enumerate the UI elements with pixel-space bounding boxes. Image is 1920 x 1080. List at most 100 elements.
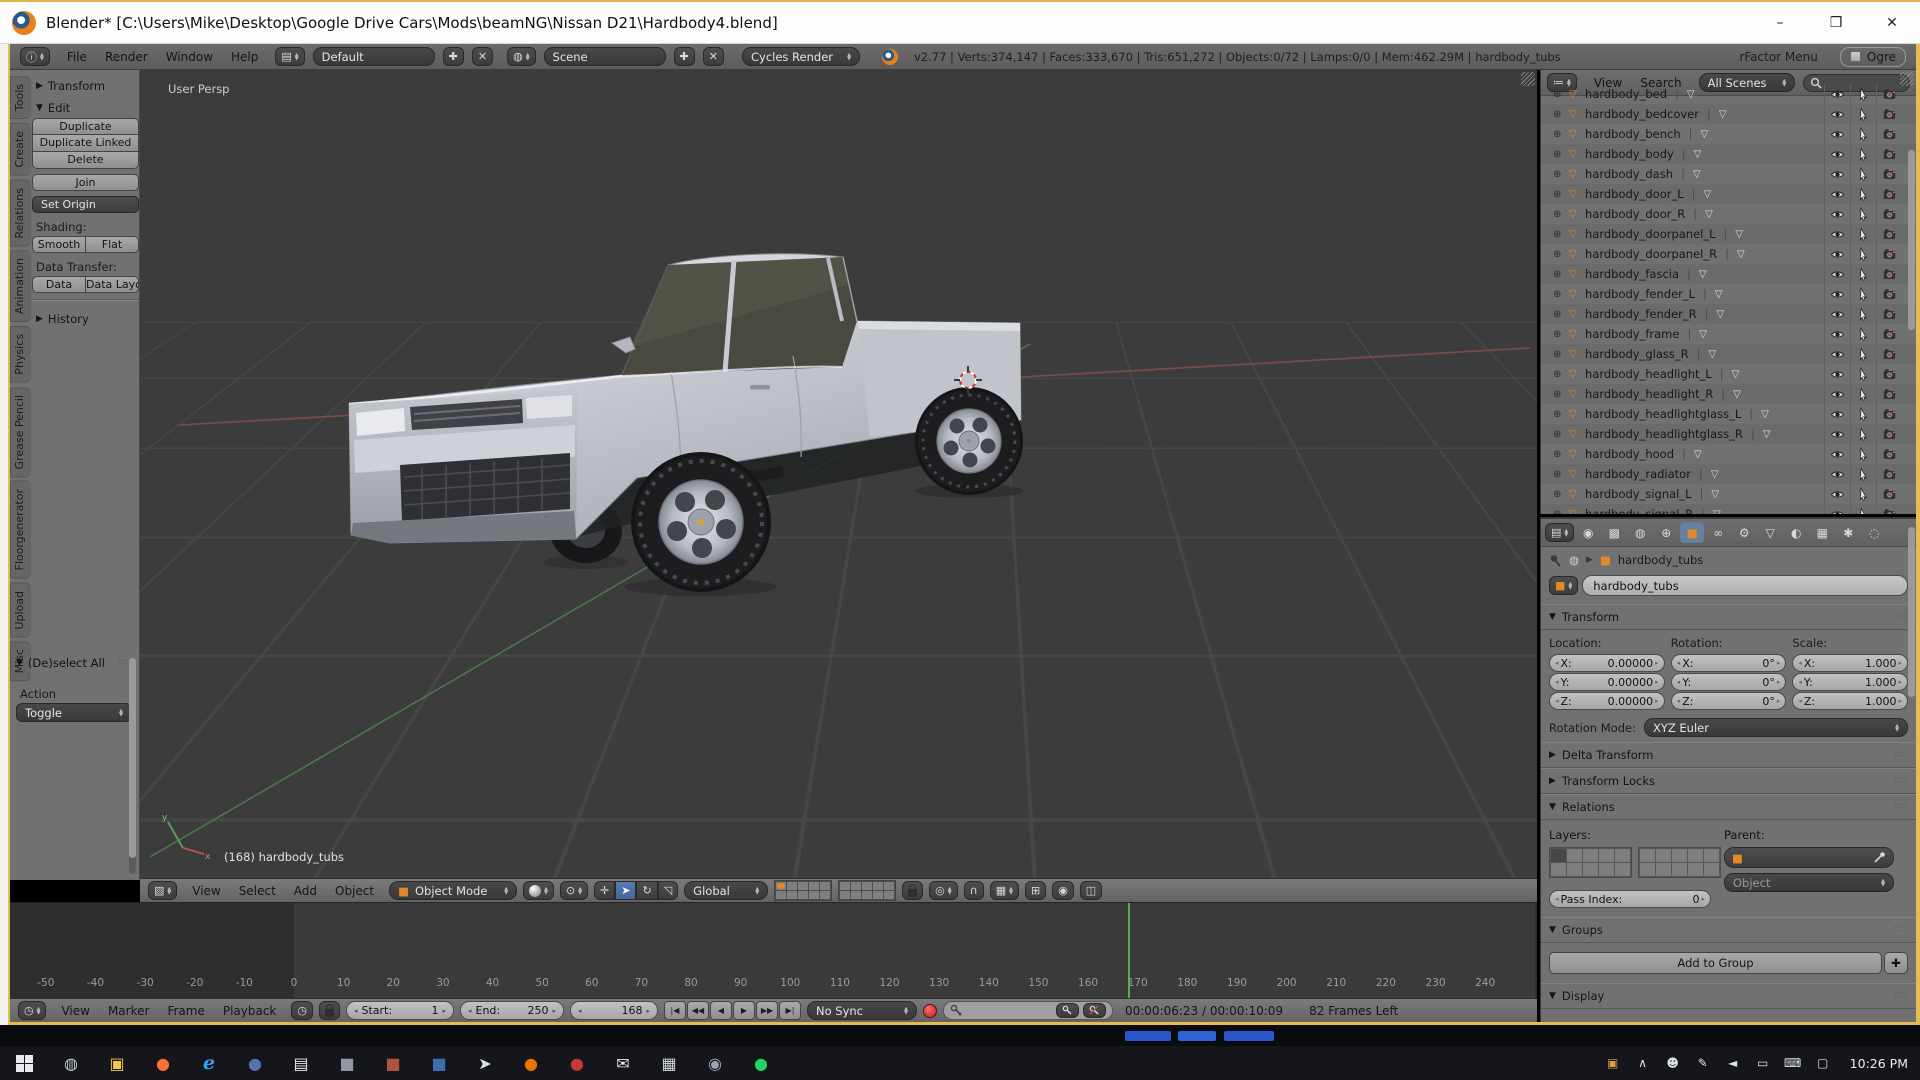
selectability-cursor-icon[interactable]	[1850, 144, 1876, 164]
history-panel-header[interactable]: ▶History	[32, 307, 139, 329]
tray-keyboard-icon[interactable]: ⌨	[1778, 1046, 1808, 1080]
renderability-camera-icon[interactable]	[1876, 284, 1902, 304]
outliner-row[interactable]: ⊕ ▽ hardbody_hood | ▽	[1541, 444, 1916, 464]
renderability-camera-icon[interactable]	[1876, 304, 1902, 324]
new-group-plus-icon[interactable]: ✚	[1884, 952, 1908, 974]
taskbar-file-explorer-icon[interactable]: ▣	[94, 1046, 140, 1080]
visibility-eye-icon[interactable]	[1824, 444, 1850, 464]
layers-grid-2[interactable]	[1638, 847, 1721, 878]
3d-view-menu[interactable]: Select	[230, 884, 285, 898]
object-name[interactable]: hardbody_headlightglass_L	[1585, 407, 1741, 421]
3d-view-menu[interactable]: View	[183, 884, 229, 898]
taskbar-app2-icon[interactable]: ■	[370, 1046, 416, 1080]
insert-keyframe-icon[interactable]	[1056, 1003, 1079, 1018]
expand-icon[interactable]: ⊕	[1553, 169, 1569, 180]
properties-scrollbar[interactable]	[1908, 527, 1915, 697]
visibility-eye-icon[interactable]	[1824, 344, 1850, 364]
scale-manipulator-icon[interactable]: ◹	[658, 881, 678, 900]
info-menu[interactable]: File	[58, 50, 96, 64]
visibility-eye-icon[interactable]	[1824, 224, 1850, 244]
tool-shelf-tab[interactable]: Upload	[10, 583, 31, 638]
visibility-eye-icon[interactable]	[1824, 124, 1850, 144]
lock-to-scene-icon[interactable]	[902, 881, 923, 900]
playback-button[interactable]: |◀	[664, 1001, 686, 1020]
visibility-eye-icon[interactable]	[1824, 84, 1850, 104]
renderability-camera-icon[interactable]	[1876, 204, 1902, 224]
tray-overflow-chevron[interactable]: ∧	[1628, 1046, 1658, 1080]
object-name[interactable]: hardbody_bed	[1585, 87, 1667, 101]
tray-people-icon[interactable]: ☻	[1658, 1046, 1688, 1080]
3d-view-menu[interactable]: Object	[326, 884, 383, 898]
viewport-shading-dropdown[interactable]: ▲▼	[523, 881, 554, 900]
expand-icon[interactable]: ⊕	[1553, 89, 1569, 100]
parent-type-dropdown[interactable]: Object▲▼	[1724, 873, 1894, 892]
location-field[interactable]: ◂Z:0.00000▸	[1549, 692, 1665, 710]
outliner-row[interactable]: ⊕ ▽ hardbody_doorpanel_L | ▽	[1541, 224, 1916, 244]
expand-icon[interactable]: ⊕	[1553, 449, 1569, 460]
expand-icon[interactable]: ⊕	[1553, 369, 1569, 380]
area-resize-grip[interactable]	[1900, 72, 1914, 86]
outliner-row[interactable]: ⊕ ▽ hardbody_dash | ▽	[1541, 164, 1916, 184]
taskbar-cortana-icon[interactable]: ◍	[48, 1046, 94, 1080]
rotate-manipulator-icon[interactable]: ↻	[636, 881, 657, 900]
renderability-camera-icon[interactable]	[1876, 144, 1902, 164]
selectability-cursor-icon[interactable]	[1850, 384, 1876, 404]
renderability-camera-icon[interactable]	[1876, 224, 1902, 244]
visibility-eye-icon[interactable]	[1824, 204, 1850, 224]
opengl-render-icon[interactable]: ◉	[1052, 881, 1074, 900]
properties-editor-type-icon[interactable]: ▤▲▼	[1545, 523, 1574, 542]
tray-volume-icon[interactable]: ◄	[1718, 1046, 1748, 1080]
taskbar-mail-icon[interactable]: ✉	[600, 1046, 646, 1080]
tab-object-data-icon[interactable]: ▽	[1758, 522, 1782, 543]
transform-locks-section-header[interactable]: ▶Transform Locks∷∷	[1541, 768, 1916, 794]
renderability-camera-icon[interactable]	[1876, 324, 1902, 344]
layers-grid-1[interactable]	[1549, 847, 1632, 878]
object-name[interactable]: hardbody_signal_L	[1585, 487, 1692, 501]
proportional-edit-dropdown[interactable]: ◎▲▼	[929, 881, 957, 900]
tab-particles-icon[interactable]: ✱	[1836, 522, 1860, 543]
tab-modifiers-icon[interactable]: ⚙	[1732, 522, 1756, 543]
object-name[interactable]: hardbody_door_R	[1585, 207, 1685, 221]
scene-delete-icon[interactable]: ✕	[703, 47, 724, 66]
expand-icon[interactable]: ⊕	[1553, 509, 1569, 515]
object-name[interactable]: hardbody_radiator	[1585, 467, 1691, 481]
render-engine-dropdown[interactable]: Cycles Render▲▼	[742, 47, 860, 66]
outliner-row[interactable]: ⊕ ▽ hardbody_bedcover | ▽	[1541, 104, 1916, 124]
object-name[interactable]: hardbody_fender_R	[1585, 307, 1697, 321]
expand-icon[interactable]: ⊕	[1553, 269, 1569, 280]
start-frame-field[interactable]: ◂Start:1▸	[346, 1001, 454, 1020]
taskbar-calculator-icon[interactable]: ▦	[646, 1046, 692, 1080]
3d-view-menu[interactable]: Add	[285, 884, 326, 898]
visibility-eye-icon[interactable]	[1824, 184, 1850, 204]
selectability-cursor-icon[interactable]	[1850, 224, 1876, 244]
object-name[interactable]: hardbody_doorpanel_L	[1585, 227, 1716, 241]
info-menu[interactable]: Help	[222, 50, 267, 64]
preview-range-clock-icon[interactable]: ◷	[291, 1001, 313, 1020]
tray-network-icon[interactable]: ▭	[1748, 1046, 1778, 1080]
timeline-editor-type-icon[interactable]: ◷▲▼	[18, 1001, 46, 1020]
current-frame-marker[interactable]	[1128, 903, 1130, 998]
selectability-cursor-icon[interactable]	[1850, 324, 1876, 344]
selectability-cursor-icon[interactable]	[1850, 504, 1876, 514]
redo-panel-header[interactable]: ▼(De)select All∷∷	[16, 656, 132, 670]
expand-icon[interactable]: ⊕	[1553, 309, 1569, 320]
set-origin-menu[interactable]: Set Origin	[32, 196, 139, 213]
visibility-eye-icon[interactable]	[1824, 324, 1850, 344]
expand-icon[interactable]: ⊕	[1553, 229, 1569, 240]
opengl-animation-icon[interactable]: ◫	[1080, 881, 1102, 900]
visibility-eye-icon[interactable]	[1824, 484, 1850, 504]
visibility-eye-icon[interactable]	[1824, 284, 1850, 304]
expand-icon[interactable]: ⊕	[1553, 209, 1569, 220]
edit-tool-button[interactable]: Duplicate	[32, 118, 139, 135]
screen-layout-delete-icon[interactable]: ✕	[472, 47, 493, 66]
tab-constraints-icon[interactable]: ∞	[1706, 522, 1730, 543]
visibility-eye-icon[interactable]	[1824, 264, 1850, 284]
pin-icon[interactable]	[1549, 554, 1562, 567]
outliner-row[interactable]: ⊕ ▽ hardbody_headlight_L | ▽	[1541, 364, 1916, 384]
object-name[interactable]: hardbody_headlightglass_R	[1585, 427, 1743, 441]
edit-tool-button[interactable]: Duplicate Linked	[32, 135, 139, 152]
outliner-row[interactable]: ⊕ ▽ hardbody_fascia | ▽	[1541, 264, 1916, 284]
ogre-checkbox[interactable]	[1850, 51, 1861, 62]
edit-panel-header[interactable]: ▼Edit	[32, 96, 139, 118]
tool-shelf-tab[interactable]: Physics	[10, 326, 31, 383]
